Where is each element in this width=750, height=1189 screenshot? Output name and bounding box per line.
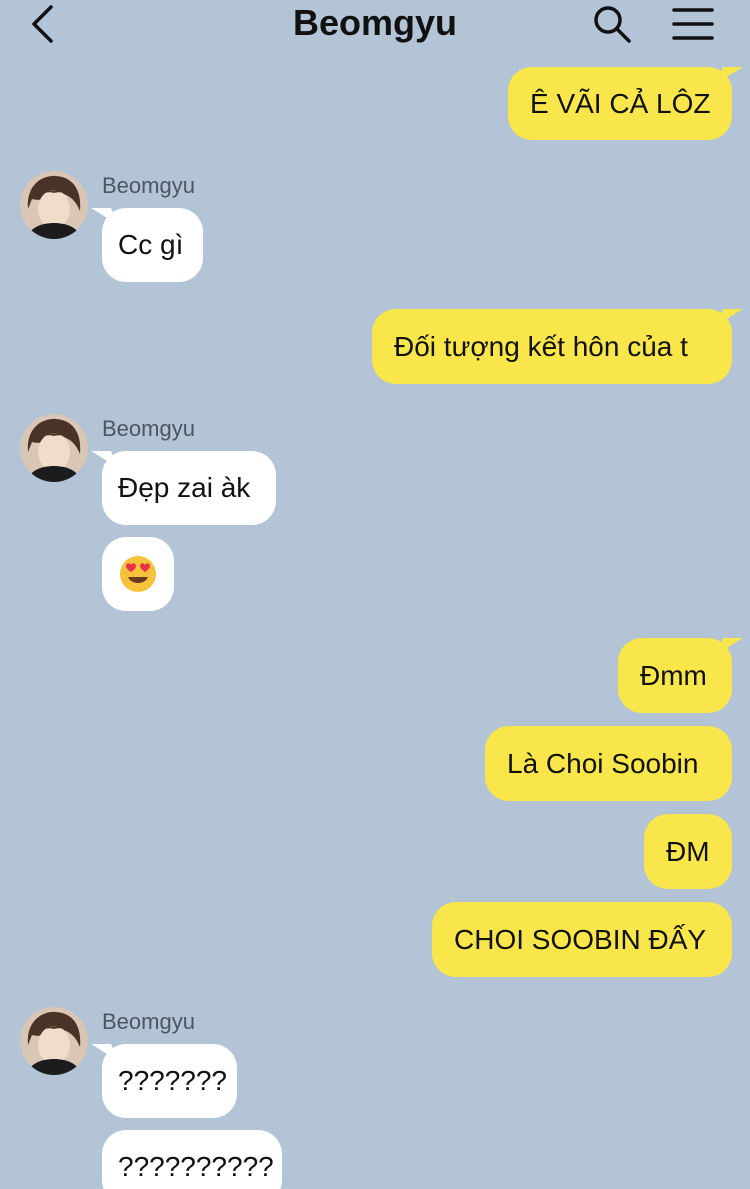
sent-message-bubble[interactable]: CHOI SOOBIN ĐẤY <box>432 902 732 977</box>
message-text: Đối tượng kết hôn của t <box>394 330 688 362</box>
received-message-bubble[interactable]: Cc gì <box>102 208 203 282</box>
message-text: ??????? <box>118 1065 228 1096</box>
chat-header: Beomgyu <box>0 0 750 60</box>
sent-message-bubble[interactable]: Ê VÃI CẢ LÔZ <box>508 67 732 140</box>
received-message-bubble[interactable] <box>102 537 174 611</box>
avatar[interactable] <box>20 414 88 482</box>
message-text: Ê VÃI CẢ LÔZ <box>530 87 711 119</box>
search-icon <box>594 6 631 43</box>
chevron-left-icon <box>32 5 53 43</box>
sender-name: Beomgyu <box>102 1009 195 1034</box>
chat-title: Beomgyu <box>292 2 458 43</box>
chat-screen: Beomgyu Ê VÃI CẢ LÔZ Beomgyu Cc gì Đối t… <box>0 0 750 1189</box>
message-text: Cc gì <box>118 229 184 260</box>
profile-photo-icon <box>20 414 88 482</box>
sent-message-bubble[interactable]: Đối tượng kết hôn của t <box>372 309 732 384</box>
sent-message-bubble[interactable]: ĐM <box>644 814 732 889</box>
sender-name: Beomgyu <box>102 173 195 198</box>
hamburger-menu-icon <box>672 8 714 40</box>
menu-button[interactable] <box>670 4 716 44</box>
message-text: Là Choi Soobin <box>507 747 699 779</box>
search-button[interactable] <box>590 2 634 46</box>
back-button[interactable] <box>22 2 62 46</box>
avatar[interactable] <box>20 1007 88 1075</box>
avatar[interactable] <box>20 171 88 239</box>
message-text: Đmm <box>640 659 707 691</box>
received-message-bubble[interactable]: ??????? <box>102 1044 237 1118</box>
message-text: Đẹp zai àk <box>118 472 251 503</box>
profile-photo-icon <box>20 171 88 239</box>
sender-name: Beomgyu <box>102 416 195 441</box>
received-message-bubble[interactable]: ?????????? <box>102 1130 282 1189</box>
message-text: CHOI SOOBIN ĐẤY <box>454 923 707 955</box>
message-text: ĐM <box>666 835 710 867</box>
sent-message-bubble[interactable]: Đmm <box>618 638 732 713</box>
sent-message-bubble[interactable]: Là Choi Soobin <box>485 726 732 801</box>
profile-photo-icon <box>20 1007 88 1075</box>
heart-eyes-emoji-icon <box>120 556 156 592</box>
received-message-bubble[interactable]: Đẹp zai àk <box>102 451 276 525</box>
message-text: ?????????? <box>118 1151 274 1182</box>
